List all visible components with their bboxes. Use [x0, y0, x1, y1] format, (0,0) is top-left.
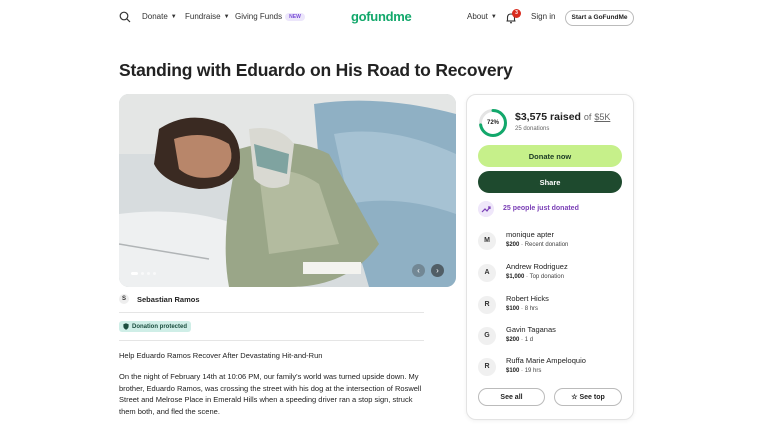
donate-now-button[interactable]: Donate now [478, 145, 622, 167]
story-text: On the night of February 14th at 10:06 P… [119, 372, 422, 416]
donation-count: 25 donations [515, 126, 550, 132]
donor-meta: $100 · 8 hrs [506, 306, 549, 312]
donor-detail: · Recent donation [519, 242, 569, 248]
carousel-dot[interactable] [153, 272, 156, 275]
donor-item: M monique apter $200 · Recent donation [478, 230, 568, 250]
hospital-patient-photo [119, 94, 456, 287]
start-gofundme-button[interactable]: Start a GoFundMe [565, 10, 634, 26]
protected-label: Donation protected [132, 323, 187, 330]
donor-avatar: G [478, 327, 496, 345]
donor-meta: $200 · 1 d [506, 337, 556, 343]
donor-meta: $1,000 · Top donation [506, 274, 568, 280]
donor-amount: $100 [506, 368, 520, 374]
donor-avatar: M [478, 232, 496, 250]
see-top-label: See top [579, 394, 605, 401]
donor-amount: $100 [506, 306, 520, 312]
nav-giving-funds[interactable]: Giving Funds NEW [235, 12, 305, 21]
chevron-right-icon[interactable]: › [431, 264, 444, 277]
story-subheading: Help Eduardo Ramos Recover After Devasta… [119, 351, 323, 360]
donation-protected-badge[interactable]: Donation protected [119, 321, 191, 332]
raised-amount: $3,575 raised [515, 111, 581, 123]
campaign-photo[interactable]: ‹ › [119, 94, 456, 287]
goal-amount[interactable]: $5K [594, 112, 610, 122]
donor-meta: $200 · Recent donation [506, 242, 568, 248]
donor-name: Gavin Taganas [506, 325, 556, 334]
organizer-name: Sebastian Ramos [137, 294, 200, 304]
sign-in-link[interactable]: Sign in [531, 12, 555, 21]
donor-item: R Robert Hicks $100 · 8 hrs [478, 294, 549, 314]
search-icon[interactable] [119, 11, 131, 23]
donor-item: A Andrew Rodriguez $1,000 · Top donation [478, 262, 568, 282]
nav-about[interactable]: About ▼ [467, 12, 497, 21]
notification-count: 3 [512, 9, 521, 18]
donor-detail: · 1 d [519, 337, 534, 343]
top-nav: Donate ▼ Fundraise ▼ Giving Funds NEW go… [0, 0, 768, 36]
carousel-dots[interactable] [131, 272, 156, 275]
chevron-down-icon: ▼ [170, 13, 177, 20]
avatar: S [119, 294, 129, 304]
see-top-button[interactable]: ☆ See top [554, 388, 622, 406]
donor-avatar: A [478, 264, 496, 282]
divider [119, 312, 424, 313]
divider [119, 340, 424, 341]
donor-detail: · 19 hrs [519, 368, 542, 374]
carousel-dot[interactable] [141, 272, 144, 275]
donor-avatar: R [478, 296, 496, 314]
donor-name: monique apter [506, 230, 554, 239]
carousel-dot[interactable] [147, 272, 150, 275]
carousel-dot[interactable] [131, 272, 138, 275]
donor-amount: $200 [506, 337, 520, 343]
chevron-left-icon[interactable]: ‹ [412, 264, 425, 277]
donor-detail: · Top donation [524, 274, 564, 280]
donor-name: Andrew Rodriguez [506, 262, 568, 271]
trending-up-icon [478, 201, 494, 217]
nav-about-label: About [467, 12, 488, 21]
nav-giving-funds-label: Giving Funds [235, 12, 283, 21]
donor-meta: $100 · 19 hrs [506, 368, 586, 374]
donor-item: R Ruffa Marie Ampeloquio $100 · 19 hrs [478, 356, 586, 376]
nav-fundraise-label: Fundraise [185, 12, 221, 21]
chevron-down-icon: ▼ [490, 13, 497, 20]
donor-amount: $1,000 [506, 274, 525, 280]
recent-donations-trend: 25 people just donated [503, 205, 579, 212]
donor-item: G Gavin Taganas $200 · 1 d [478, 325, 556, 345]
nav-donate-label: Donate [142, 12, 168, 21]
donor-name: Ruffa Marie Ampeloquio [506, 356, 586, 365]
chevron-down-icon: ▼ [223, 13, 230, 20]
donor-avatar: R [478, 358, 496, 376]
raised-of: of [583, 112, 592, 122]
donor-detail: · 8 hrs [519, 306, 539, 312]
donor-name: Robert Hicks [506, 294, 549, 303]
gofundme-logo[interactable]: gofundme [351, 9, 412, 24]
shield-icon [123, 323, 129, 330]
amount-raised: $3,575 raised of $5K [515, 111, 610, 123]
organizer[interactable]: S Sebastian Ramos [119, 294, 200, 304]
see-all-button[interactable]: See all [478, 388, 545, 406]
nav-donate[interactable]: Donate ▼ [142, 12, 177, 21]
nav-fundraise[interactable]: Fundraise ▼ [185, 12, 230, 21]
donor-amount: $200 [506, 242, 520, 248]
page-title: Standing with Eduardo on His Road to Rec… [119, 60, 513, 80]
new-badge: NEW [285, 12, 305, 21]
share-button[interactable]: Share [478, 171, 622, 193]
progress-percent: 72% [486, 120, 499, 126]
